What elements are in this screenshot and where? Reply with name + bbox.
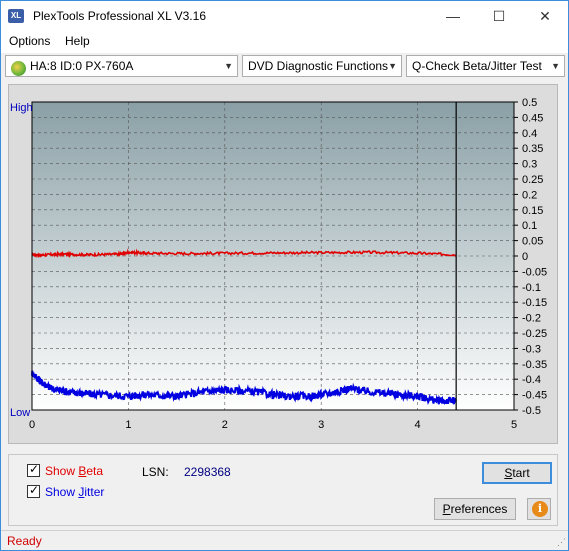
y-tick-label: 0.3 (522, 159, 537, 171)
chevron-down-icon: ▼ (551, 61, 560, 71)
y-tick-label: 0.35 (522, 143, 543, 155)
lsn-value: 2298368 (184, 465, 231, 479)
start-suffix: tart (512, 466, 530, 480)
x-tick-label: 1 (125, 419, 131, 431)
y-tick-label: 0.2 (522, 189, 537, 201)
maximize-button[interactable]: ☐ (476, 1, 522, 31)
info-button[interactable]: i (527, 498, 551, 520)
y-tick-label: -0.15 (522, 297, 547, 309)
menu-options-label: Options (9, 34, 51, 48)
low-label: Low (10, 407, 30, 419)
preferences-button[interactable]: Preferences (434, 498, 516, 520)
menu-options[interactable]: Options (9, 34, 50, 48)
menu-bar: Options Help (1, 31, 568, 53)
high-label: High (10, 102, 33, 114)
resize-grip-icon[interactable]: ⋰ (557, 537, 566, 548)
y-tick-label: 0 (522, 251, 528, 263)
test-select-value: Q-Check Beta/Jitter Test (412, 59, 542, 73)
x-tick-label: 2 (222, 419, 228, 431)
lsn-label: LSN: (142, 465, 169, 479)
window-title: PlexTools Professional XL V3.16 (33, 9, 206, 23)
y-tick-label: 0.05 (522, 236, 543, 248)
show-jitter-checkbox[interactable] (27, 483, 40, 498)
app-window: XL PlexTools Professional XL V3.16 — ☐ ✕… (0, 0, 569, 551)
x-tick-label: 4 (415, 419, 421, 431)
toolbar: HA:8 ID:0 PX-760A ▼ DVD Diagnostic Funct… (1, 53, 568, 79)
y-tick-label: -0.35 (522, 359, 547, 371)
x-tick-label: 0 (29, 419, 35, 431)
drive-select[interactable]: HA:8 ID:0 PX-760A ▼ (5, 55, 238, 77)
y-tick-label: -0.2 (522, 313, 541, 325)
y-tick-label: -0.05 (522, 266, 547, 278)
status-bar: Ready ⋰ (1, 530, 568, 550)
x-tick-label: 3 (318, 419, 324, 431)
start-button[interactable]: Start (482, 462, 552, 484)
drive-select-value: HA:8 ID:0 PX-760A (30, 59, 134, 73)
preferences-suffix: references (450, 502, 508, 516)
function-select-value: DVD Diagnostic Functions (248, 59, 389, 73)
y-tick-label: 0.45 (522, 112, 543, 124)
function-select[interactable]: DVD Diagnostic Functions ▼ (242, 55, 402, 77)
x-tick-label: 5 (511, 419, 517, 431)
y-tick-label: -0.45 (522, 390, 547, 402)
y-tick-label: 0.4 (522, 128, 537, 140)
minimize-button[interactable]: — (430, 1, 476, 31)
options-panel: Show Beta Show Jitter LSN: 2298368 Start… (8, 454, 558, 526)
y-tick-label: -0.4 (522, 374, 541, 386)
info-icon: i (532, 501, 548, 517)
y-tick-label: -0.5 (522, 405, 541, 417)
show-jitter-suffix: itter (84, 485, 105, 499)
close-button[interactable]: ✕ (522, 1, 568, 31)
y-tick-label: 0.15 (522, 205, 543, 217)
show-jitter-label[interactable]: Show Jitter (45, 485, 104, 499)
preferences-accel: P (442, 502, 451, 516)
show-beta-suffix: eta (86, 464, 104, 478)
y-tick-label: -0.3 (522, 343, 541, 355)
y-tick-label: 0.25 (522, 174, 543, 186)
show-jitter-prefix: Show (45, 485, 79, 499)
status-text: Ready (7, 534, 42, 548)
y-tick-label: -0.25 (522, 328, 547, 340)
y-tick-label: 0.1 (522, 220, 537, 232)
beta-jitter-chart: 0.5 0.45 0.4 0.35 0.3 0.25 0.2 0.15 0.1 0.05 0 -0.0… (10, 97, 547, 431)
show-beta-prefix: Show (45, 464, 79, 478)
chart-panel: 0.5 0.45 0.4 0.35 0.3 0.25 0.2 0.15 0.1 0.05 0 -0.0… (8, 84, 558, 444)
test-select[interactable]: Q-Check Beta/Jitter Test ▼ (406, 55, 565, 77)
title-bar: XL PlexTools Professional XL V3.16 — ☐ ✕ (1, 1, 568, 31)
chevron-down-icon: ▼ (224, 61, 233, 71)
show-beta-label[interactable]: Show Beta (45, 464, 103, 478)
chevron-down-icon: ▼ (388, 61, 397, 71)
show-beta-checkbox[interactable] (27, 462, 40, 477)
drive-icon (11, 61, 26, 76)
y-tick-label: 0.5 (522, 97, 537, 109)
y-tick-label: -0.1 (522, 282, 541, 294)
menu-help[interactable]: Help (65, 34, 90, 48)
app-logo-icon: XL (8, 9, 24, 23)
